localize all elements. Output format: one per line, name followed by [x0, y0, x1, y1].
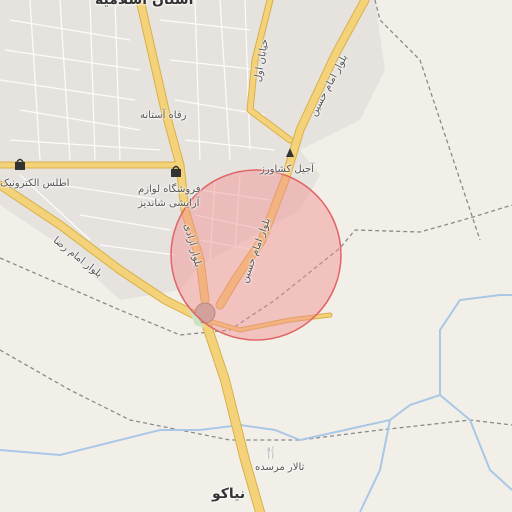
fork-knife-icon[interactable]: 🍴 — [264, 446, 278, 459]
place-label-top-town: استان اسلامیه — [95, 0, 194, 8]
place-label-cosmetics-line2: آرایشی شاندیز — [138, 198, 200, 209]
place-label-cosmetics-line1: فروشگاه لوازم — [138, 184, 201, 195]
place-label-atlas-electronic: اطلس الکترونیک — [0, 178, 70, 189]
map-canvas[interactable]: استان اسلامیه رفاه آستانه اطلس الکترونیک… — [0, 0, 512, 512]
place-label-rafah-astaneh: رفاه آستانه — [140, 110, 187, 121]
place-label-niakou: نیاکو — [212, 486, 246, 502]
place-label-ajil-keshavarz: آجیل کشاورز — [260, 164, 314, 175]
place-label-talar-morsadeh: تالار مرسده — [255, 462, 305, 473]
